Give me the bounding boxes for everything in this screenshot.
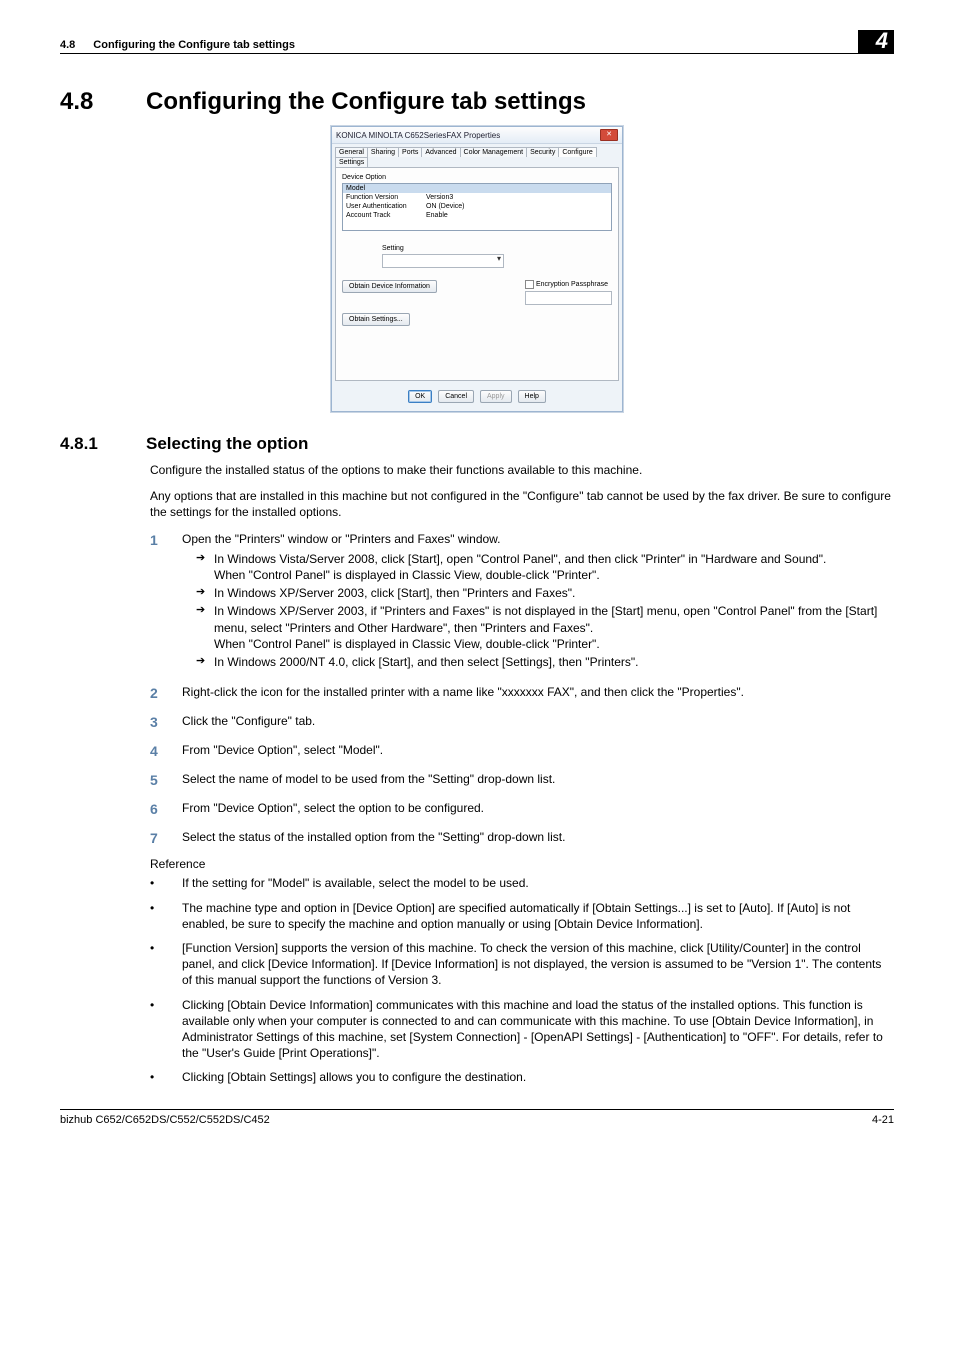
step-number: 1 bbox=[150, 531, 182, 675]
tab-sharing[interactable]: Sharing bbox=[367, 147, 399, 157]
step-number: 3 bbox=[150, 713, 182, 732]
device-option-listbox[interactable]: Model Function VersionVersion3 User Auth… bbox=[342, 183, 612, 231]
obtain-device-info-button[interactable]: Obtain Device Information bbox=[342, 280, 437, 293]
tab-color-management[interactable]: Color Management bbox=[460, 147, 528, 157]
step-sub-item: In Windows Vista/Server 2008, click [Sta… bbox=[196, 551, 894, 583]
step-text: Click the "Configure" tab. bbox=[182, 713, 894, 732]
encryption-input[interactable] bbox=[525, 291, 612, 305]
device-option-label: Device Option bbox=[342, 174, 612, 181]
step-7: 7Select the status of the installed opti… bbox=[150, 829, 894, 848]
step-5: 5Select the name of model to be used fro… bbox=[150, 771, 894, 790]
encryption-label: Encryption Passphrase bbox=[536, 281, 608, 288]
intro-paragraph-2: Any options that are installed in this m… bbox=[150, 488, 894, 520]
cancel-button[interactable]: Cancel bbox=[438, 390, 474, 403]
tab-settings[interactable]: Settings bbox=[335, 157, 368, 167]
subsection-number: 4.8.1 bbox=[60, 434, 146, 454]
header-section-title: Configuring the Configure tab settings bbox=[93, 39, 295, 51]
step-text: From "Device Option", select the option … bbox=[182, 800, 894, 819]
header-section-number: 4.8 bbox=[60, 39, 75, 51]
section-heading-text: Configuring the Configure tab settings bbox=[146, 88, 586, 115]
list-row-model[interactable]: Model bbox=[343, 184, 611, 193]
chapter-badge: 4 bbox=[858, 30, 894, 53]
step-text: Select the status of the installed optio… bbox=[182, 829, 894, 848]
ok-button[interactable]: OK bbox=[408, 390, 432, 403]
reference-item: Clicking [Obtain Device Information] com… bbox=[150, 997, 894, 1062]
page-header: 4.8 Configuring the Configure tab settin… bbox=[60, 30, 894, 54]
setting-label: Setting bbox=[382, 245, 612, 252]
help-button[interactable]: Help bbox=[518, 390, 546, 403]
step-2: 2Right-click the icon for the installed … bbox=[150, 684, 894, 703]
step-6: 6From "Device Option", select the option… bbox=[150, 800, 894, 819]
setting-dropdown[interactable] bbox=[382, 254, 504, 268]
step-text: From "Device Option", select "Model". bbox=[182, 742, 894, 761]
dialog-screenshot: KONICA MINOLTA C652SeriesFAX Properties … bbox=[60, 126, 894, 412]
step-text: Right-click the icon for the installed p… bbox=[182, 684, 894, 703]
dialog-title: KONICA MINOLTA C652SeriesFAX Properties bbox=[336, 131, 500, 140]
step-text: Select the name of model to be used from… bbox=[182, 771, 894, 790]
tab-ports[interactable]: Ports bbox=[398, 147, 422, 157]
step-sub-item: In Windows 2000/NT 4.0, click [Start], a… bbox=[196, 654, 894, 670]
tab-security[interactable]: Security bbox=[526, 147, 559, 157]
list-row-function-version[interactable]: Function VersionVersion3 bbox=[343, 193, 611, 202]
footer-left: bizhub C652/C652DS/C552/C552DS/C452 bbox=[60, 1114, 270, 1126]
obtain-settings-button[interactable]: Obtain Settings... bbox=[342, 313, 410, 326]
subsection-text: Selecting the option bbox=[146, 434, 308, 453]
tab-advanced[interactable]: Advanced bbox=[421, 147, 460, 157]
dialog-tabs: General Sharing Ports Advanced Color Man… bbox=[332, 144, 622, 167]
step-number: 4 bbox=[150, 742, 182, 761]
section-heading: 4.8Configuring the Configure tab setting… bbox=[60, 88, 894, 116]
encryption-checkbox[interactable] bbox=[525, 280, 534, 289]
reference-list: If the setting for "Model" is available,… bbox=[150, 875, 894, 1085]
step-sub-item: In Windows XP/Server 2003, if "Printers … bbox=[196, 603, 894, 652]
step-4: 4From "Device Option", select "Model". bbox=[150, 742, 894, 761]
reference-item: The machine type and option in [Device O… bbox=[150, 900, 894, 932]
step-number: 6 bbox=[150, 800, 182, 819]
dialog-titlebar: KONICA MINOLTA C652SeriesFAX Properties … bbox=[332, 127, 622, 144]
reference-item: If the setting for "Model" is available,… bbox=[150, 875, 894, 891]
step-3: 3Click the "Configure" tab. bbox=[150, 713, 894, 732]
tab-configure[interactable]: Configure bbox=[558, 147, 596, 157]
steps-list: 1 Open the "Printers" window or "Printer… bbox=[150, 531, 894, 848]
reference-label: Reference bbox=[150, 857, 894, 871]
step-1: 1 Open the "Printers" window or "Printer… bbox=[150, 531, 894, 675]
close-icon[interactable]: ✕ bbox=[600, 129, 618, 141]
step-text: Open the "Printers" window or "Printers … bbox=[182, 532, 501, 546]
list-row-account-track[interactable]: Account TrackEnable bbox=[343, 211, 611, 220]
footer-right: 4-21 bbox=[872, 1114, 894, 1126]
tab-general[interactable]: General bbox=[335, 147, 368, 157]
apply-button[interactable]: Apply bbox=[480, 390, 512, 403]
step-number: 5 bbox=[150, 771, 182, 790]
intro-paragraph-1: Configure the installed status of the op… bbox=[150, 462, 894, 478]
reference-item: Clicking [Obtain Settings] allows you to… bbox=[150, 1069, 894, 1085]
step-number: 7 bbox=[150, 829, 182, 848]
step-number: 2 bbox=[150, 684, 182, 703]
section-heading-number: 4.8 bbox=[60, 88, 146, 116]
subsection-heading: 4.8.1Selecting the option bbox=[60, 434, 894, 454]
step-sub-item: In Windows XP/Server 2003, click [Start]… bbox=[196, 585, 894, 601]
reference-item: [Function Version] supports the version … bbox=[150, 940, 894, 989]
page-footer: bizhub C652/C652DS/C552/C552DS/C452 4-21 bbox=[60, 1109, 894, 1126]
list-row-user-authentication[interactable]: User AuthenticationON (Device) bbox=[343, 202, 611, 211]
dialog-panel: Device Option Model Function VersionVers… bbox=[335, 167, 619, 381]
